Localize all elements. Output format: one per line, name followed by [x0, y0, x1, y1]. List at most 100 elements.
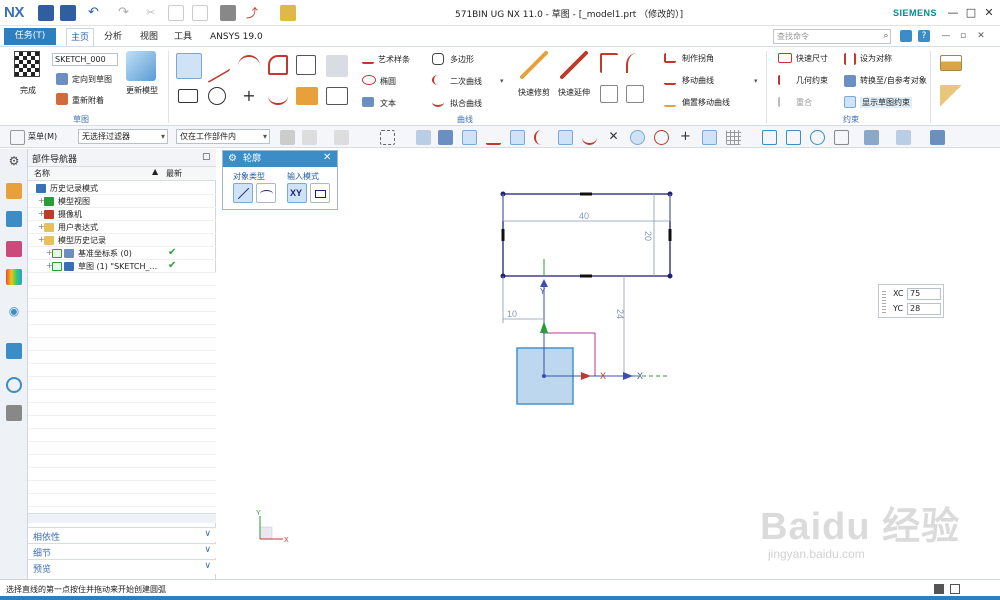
close-button[interactable]: ✕	[981, 5, 997, 21]
visibility-checkbox[interactable]	[52, 249, 62, 258]
quick-extend-button[interactable]: 快速延伸	[558, 87, 590, 98]
fit-curve-button[interactable]: 拟合曲线	[450, 98, 482, 109]
preview-section[interactable]: 预览 ∨	[28, 559, 216, 575]
show-sketch-constraints-button[interactable]: 显示草图约束	[860, 97, 912, 108]
make-corner-button[interactable]: 制作拐角	[682, 53, 714, 64]
undo-icon[interactable]: ↶	[88, 5, 104, 21]
navigator-row[interactable]: + 模型历史记录	[28, 234, 216, 247]
command-search-input[interactable]: 查找命令	[773, 29, 891, 44]
snap-all-icon[interactable]	[462, 130, 477, 145]
line-type-button[interactable]	[233, 183, 253, 203]
dependencies-section[interactable]: 相依性 ∨	[28, 527, 216, 543]
coincident-button[interactable]: 重合	[796, 97, 812, 108]
save-all-icon[interactable]	[60, 5, 76, 21]
tab-home[interactable]: 主页	[66, 28, 95, 46]
column-name[interactable]: 名称	[34, 168, 50, 179]
sketch-tools-icon[interactable]: ⤴	[246, 5, 262, 21]
paste-icon[interactable]	[192, 5, 208, 21]
corner-tool-icon[interactable]	[268, 55, 288, 75]
ribbon-restore-icon[interactable]: ▫	[957, 30, 969, 42]
navigator-row[interactable]: + 草图 (1) "SKETCH_... ✔	[28, 260, 216, 273]
move-curve-button[interactable]: 移动曲线	[682, 75, 714, 86]
navigator-row[interactable]: + 基准坐标系 (0) ✔	[28, 247, 216, 260]
snap-point-icon[interactable]: +	[678, 130, 693, 145]
ellipse-button[interactable]: 椭圆	[380, 76, 396, 87]
select-edge-icon[interactable]	[302, 130, 317, 145]
corner-make-icon[interactable]	[600, 53, 618, 73]
pan-icon[interactable]	[834, 130, 849, 145]
constraint-navigator-icon[interactable]	[6, 211, 22, 227]
rectangle-tool-icon[interactable]	[178, 89, 198, 103]
orient-to-sketch-button[interactable]: 定向到草图	[72, 74, 112, 85]
chamfer-small-icon[interactable]	[600, 85, 618, 103]
view-orient-icon[interactable]	[896, 130, 911, 145]
navigator-row[interactable]: 历史记录模式	[28, 182, 216, 195]
offset-tool-icon[interactable]	[296, 87, 318, 105]
column-latest[interactable]: 最新	[166, 168, 182, 179]
select-face-icon[interactable]	[334, 130, 349, 145]
coordinate-mode-button[interactable]: XY	[287, 183, 307, 203]
navigator-row[interactable]: + 摄像机	[28, 208, 216, 221]
box-select-icon[interactable]	[380, 130, 395, 145]
snap-endpoint-icon[interactable]	[486, 130, 501, 145]
profile-tool-icon[interactable]	[176, 53, 202, 79]
spline-tool-icon[interactable]	[268, 87, 288, 105]
polygon-button[interactable]: 多边形	[450, 54, 474, 65]
column-sort-icon[interactable]: ▲	[152, 167, 158, 176]
snap-quadrant-icon[interactable]	[654, 130, 669, 145]
tab-view[interactable]: 视图	[136, 28, 162, 46]
zoom-icon[interactable]	[786, 130, 801, 145]
dim-vertical-text[interactable]: 24	[615, 309, 625, 319]
graphics-window[interactable]: 40 20 10 24 Y X X Y X	[217, 149, 1000, 579]
settings-icon[interactable]: ⚙	[6, 153, 22, 169]
tab-task[interactable]: 任务(T)	[4, 28, 56, 45]
maximize-button[interactable]: □	[963, 5, 979, 21]
rapid-dimension-button[interactable]: 快速尺寸	[796, 53, 828, 64]
navigator-maximize-icon[interactable]: ▢	[202, 152, 211, 162]
grid-icon[interactable]	[726, 130, 741, 145]
parameter-mode-button[interactable]	[310, 183, 330, 203]
drag-handle-icon[interactable]	[882, 289, 886, 313]
geometric-constraint-button[interactable]: 几何约束	[796, 75, 828, 86]
edit-more-dropdown[interactable]: ▾	[754, 77, 762, 85]
plane-tool-icon[interactable]	[296, 55, 316, 75]
clock-icon[interactable]	[6, 377, 22, 393]
copy-icon[interactable]	[168, 5, 184, 21]
selection-filter-select[interactable]: 无选择过滤器	[78, 129, 168, 144]
quick-trim-button[interactable]: 快速修剪	[518, 87, 550, 98]
update-model-button[interactable]: 更新模型	[126, 85, 158, 96]
dim-left-text[interactable]: 10	[507, 309, 517, 319]
minimize-button[interactable]: —	[945, 5, 961, 21]
dim-height-text[interactable]: 20	[643, 231, 653, 241]
snap-on-curve-icon[interactable]	[702, 130, 717, 145]
body-select-icon[interactable]	[438, 130, 453, 145]
snap-intersect-icon[interactable]: ✕	[606, 130, 621, 145]
finish-button[interactable]: 完成	[20, 85, 36, 96]
pattern-tool-icon[interactable]	[326, 87, 348, 105]
sketch-svg[interactable]: 40 20 10 24 Y X X Y X	[217, 149, 1000, 579]
role-icon[interactable]	[6, 405, 22, 421]
make-symmetric-button[interactable]: 设为对称	[860, 53, 892, 64]
snap-curve-icon[interactable]	[534, 130, 549, 145]
search-icon[interactable]: ⌕	[880, 30, 892, 42]
rotate-icon[interactable]	[810, 130, 825, 145]
render-style-icon[interactable]	[864, 130, 879, 145]
work-layer-icon[interactable]	[930, 130, 945, 145]
details-section[interactable]: 细节 ∨	[28, 543, 216, 559]
update-model-icon[interactable]	[126, 51, 156, 81]
help-icon[interactable]: ?	[918, 30, 930, 42]
navigator-row[interactable]: + 模型视图	[28, 195, 216, 208]
finish-flag-icon[interactable]	[14, 51, 40, 77]
yc-input[interactable]: 28	[907, 303, 941, 315]
line-tool-icon[interactable]	[208, 48, 230, 84]
fit-view-icon[interactable]	[762, 130, 777, 145]
sketch-name-select[interactable]: SKETCH_000	[52, 53, 118, 66]
delete-curve-icon[interactable]	[626, 85, 644, 103]
history-icon[interactable]	[6, 343, 22, 359]
dim-width-text[interactable]: 40	[579, 211, 589, 221]
snap-control-icon[interactable]	[558, 130, 573, 145]
reattach-button[interactable]: 重新附着	[72, 95, 104, 106]
text-button[interactable]: 文本	[380, 98, 396, 109]
tab-analysis[interactable]: 分析	[100, 28, 126, 46]
navigator-scrollbar[interactable]	[28, 513, 216, 523]
